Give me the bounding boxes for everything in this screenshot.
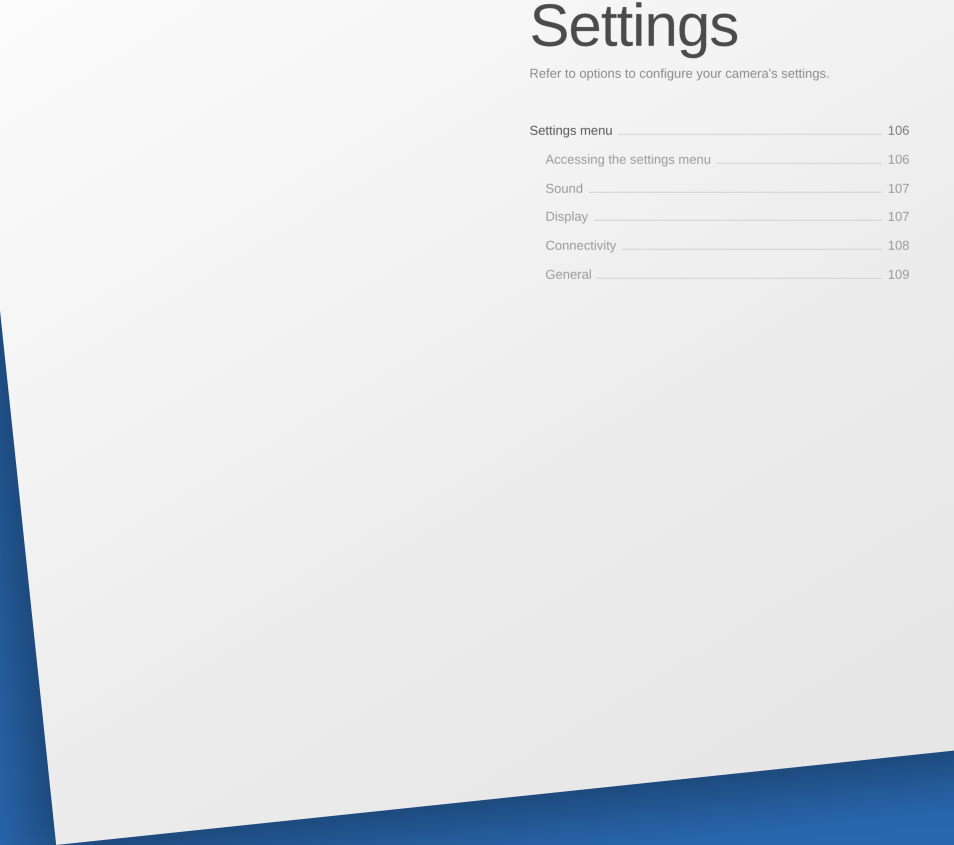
page-title: Settings — [529, 0, 954, 60]
toc-dots — [622, 249, 881, 250]
toc-page-number: 107 — [888, 207, 910, 228]
toc-label: Settings menu — [529, 121, 612, 142]
page-sheet: Settings Refer to options to configure y… — [0, 0, 954, 845]
toc-page-number: 107 — [888, 178, 910, 199]
document-page: Settings Refer to options to configure y… — [0, 0, 954, 845]
toc-entry[interactable]: Connectivity 108 — [529, 236, 909, 257]
toc-dots — [598, 278, 882, 279]
toc-entry[interactable]: General 109 — [529, 265, 909, 286]
toc-entry[interactable]: Accessing the settings menu 106 — [529, 150, 909, 171]
toc-entry[interactable]: Settings menu 106 — [529, 121, 909, 142]
toc-page-number: 108 — [888, 236, 910, 257]
toc-dots — [717, 163, 882, 164]
toc-page-number: 106 — [888, 150, 910, 171]
toc-entry[interactable]: Display 107 — [529, 207, 909, 228]
toc-label: Connectivity — [545, 236, 616, 257]
table-of-contents: Settings menu 106 Accessing the settings… — [529, 121, 909, 286]
page-content: Settings Refer to options to configure y… — [529, 0, 954, 286]
page-subtitle: Refer to options to configure your camer… — [529, 66, 954, 81]
toc-label: Sound — [545, 178, 583, 199]
toc-dots — [594, 220, 882, 221]
toc-dots — [589, 191, 882, 192]
toc-page-number: 109 — [888, 265, 910, 286]
toc-dots — [619, 134, 882, 135]
toc-label: Display — [545, 207, 588, 228]
toc-entry[interactable]: Sound 107 — [529, 178, 909, 199]
toc-label: Accessing the settings menu — [545, 150, 710, 171]
toc-label: General — [545, 265, 591, 286]
toc-page-number: 106 — [888, 121, 910, 142]
